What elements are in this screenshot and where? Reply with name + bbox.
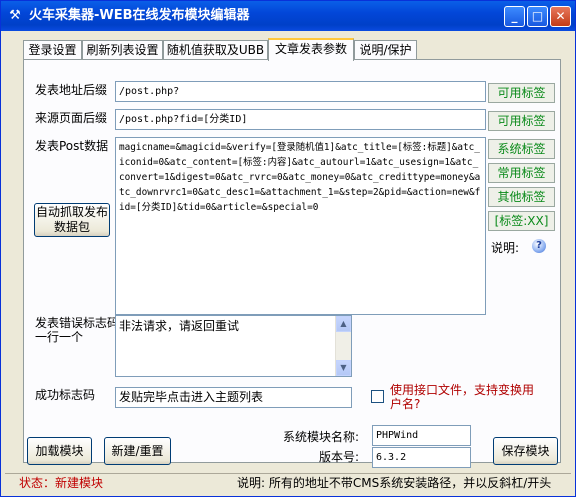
window-title: 火车采集器-WEB在线发布模块编辑器 <box>29 8 250 23</box>
referer-label: 来源页面后缀 <box>35 111 108 125</box>
app-tools-icon: ⚒ <box>9 8 21 23</box>
minimize-button[interactable]: _ <box>504 6 525 27</box>
title-bar[interactable]: ⚒ 火车采集器-WEB在线发布模块编辑器 _ □ ✕ <box>1 1 575 31</box>
error-marker-label: 发表错误标志码 一行一个 <box>35 316 120 344</box>
new-reset-button[interactable]: 新建/重置 <box>104 437 171 465</box>
save-module-button[interactable]: 保存模块 <box>493 437 558 465</box>
module-name-input[interactable]: PHPWind <box>372 425 471 446</box>
success-marker-label: 成功标志码 <box>35 388 96 402</box>
use-interface-checkbox[interactable] <box>371 390 384 403</box>
referer-input[interactable]: /post.php?fid=[分类ID] <box>115 109 486 130</box>
auto-capture-button[interactable]: 自动抓取发布数据包 <box>34 203 110 237</box>
help-question-icon[interactable]: ? <box>532 239 546 253</box>
system-tags-button[interactable]: 系统标签 <box>488 139 555 159</box>
other-tags-button[interactable]: 其他标签 <box>488 187 555 207</box>
success-marker-input[interactable]: 发贴完毕点击进入主题列表 <box>115 387 352 408</box>
module-name-label: 系统模块名称: <box>283 430 360 444</box>
scroll-up-arrow-icon[interactable]: ▲ <box>336 316 351 332</box>
status-note: 说明: 所有的地址不带CMS系统安装路径，并以反斜杠/开头 <box>237 476 552 490</box>
tab-article-params[interactable]: 文章发表参数 <box>268 38 354 61</box>
scroll-down-arrow-icon[interactable]: ▼ <box>336 360 351 376</box>
post-data-text: magicname=&magicid=&verify=[登录随机值1]&atc_… <box>119 142 481 213</box>
error-marker-scrollbar[interactable]: ▲ ▼ <box>335 316 351 376</box>
post-url-label: 发表地址后缀 <box>35 83 108 97</box>
post-data-textarea[interactable]: magicname=&magicid=&verify=[登录随机值1]&atc_… <box>115 137 486 315</box>
load-module-button[interactable]: 加载模块 <box>27 437 92 465</box>
error-marker-textarea[interactable]: 非法请求，请返回重试 <box>115 315 352 377</box>
post-data-label: 发表Post数据 <box>35 139 109 153</box>
use-interface-label: 使用接口文件，支持变换用户名? <box>390 383 535 411</box>
tab-panel: 发表地址后缀 /post.php? 可用标签 来源页面后缀 /post.php?… <box>23 59 561 463</box>
version-label: 版本号: <box>319 450 360 464</box>
main-window: ⚒ 火车采集器-WEB在线发布模块编辑器 _ □ ✕ 登录设置 刷新列表设置 随… <box>0 0 576 497</box>
available-tags-button-2[interactable]: 可用标签 <box>488 111 555 131</box>
tab-help-protect[interactable]: 说明/保护 <box>354 40 417 60</box>
maximize-button[interactable]: □ <box>527 6 548 27</box>
tab-refresh-list[interactable]: 刷新列表设置 <box>82 40 163 60</box>
tag-xx-button[interactable]: [标签:XX] <box>488 211 555 231</box>
common-tags-button[interactable]: 常用标签 <box>488 163 555 183</box>
version-input[interactable]: 6.3.2 <box>372 447 471 468</box>
status-state: 状态：新建模块 <box>19 476 104 490</box>
tab-random-ubb[interactable]: 随机值获取及UBB <box>163 40 268 60</box>
close-button[interactable]: ✕ <box>550 6 571 27</box>
status-bar: 状态：新建模块 说明: 所有的地址不带CMS系统安装路径，并以反斜杠/开头 <box>5 473 571 493</box>
post-url-input[interactable]: /post.php? <box>115 81 486 102</box>
available-tags-button-1[interactable]: 可用标签 <box>488 83 555 103</box>
error-marker-text: 非法请求，请返回重试 <box>119 319 240 333</box>
help-label: 说明: <box>491 241 520 255</box>
tab-login-settings[interactable]: 登录设置 <box>23 40 82 60</box>
